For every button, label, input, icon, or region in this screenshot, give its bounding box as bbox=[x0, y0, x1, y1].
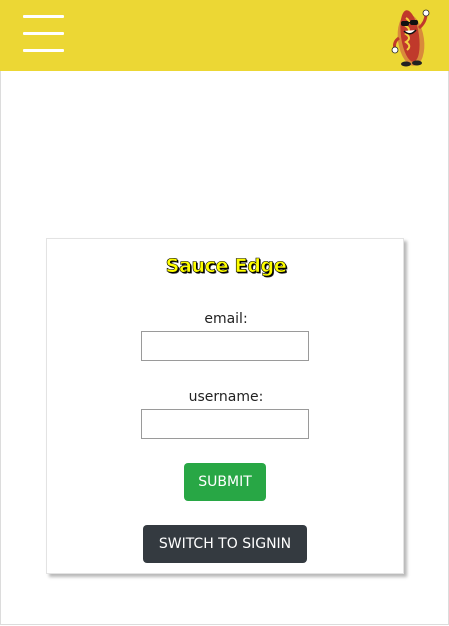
email-label: email: bbox=[204, 311, 248, 327]
submit-button[interactable]: SUBMIT bbox=[184, 463, 266, 501]
menu-line bbox=[23, 49, 64, 52]
email-input[interactable] bbox=[141, 331, 309, 361]
card-title: Sauce Edge bbox=[165, 255, 287, 278]
username-input[interactable] bbox=[141, 409, 309, 439]
top-navbar bbox=[0, 0, 449, 71]
hotdog-mascot-icon[interactable] bbox=[386, 4, 436, 68]
menu-line bbox=[23, 15, 64, 18]
hamburger-menu-icon[interactable] bbox=[23, 15, 64, 55]
signup-card: Sauce Edge email: username: SUBMIT SWITC… bbox=[46, 238, 404, 574]
username-label: username: bbox=[188, 389, 264, 405]
switch-to-signin-button[interactable]: SWITCH TO SIGNIN bbox=[143, 525, 307, 563]
menu-line bbox=[23, 32, 64, 35]
